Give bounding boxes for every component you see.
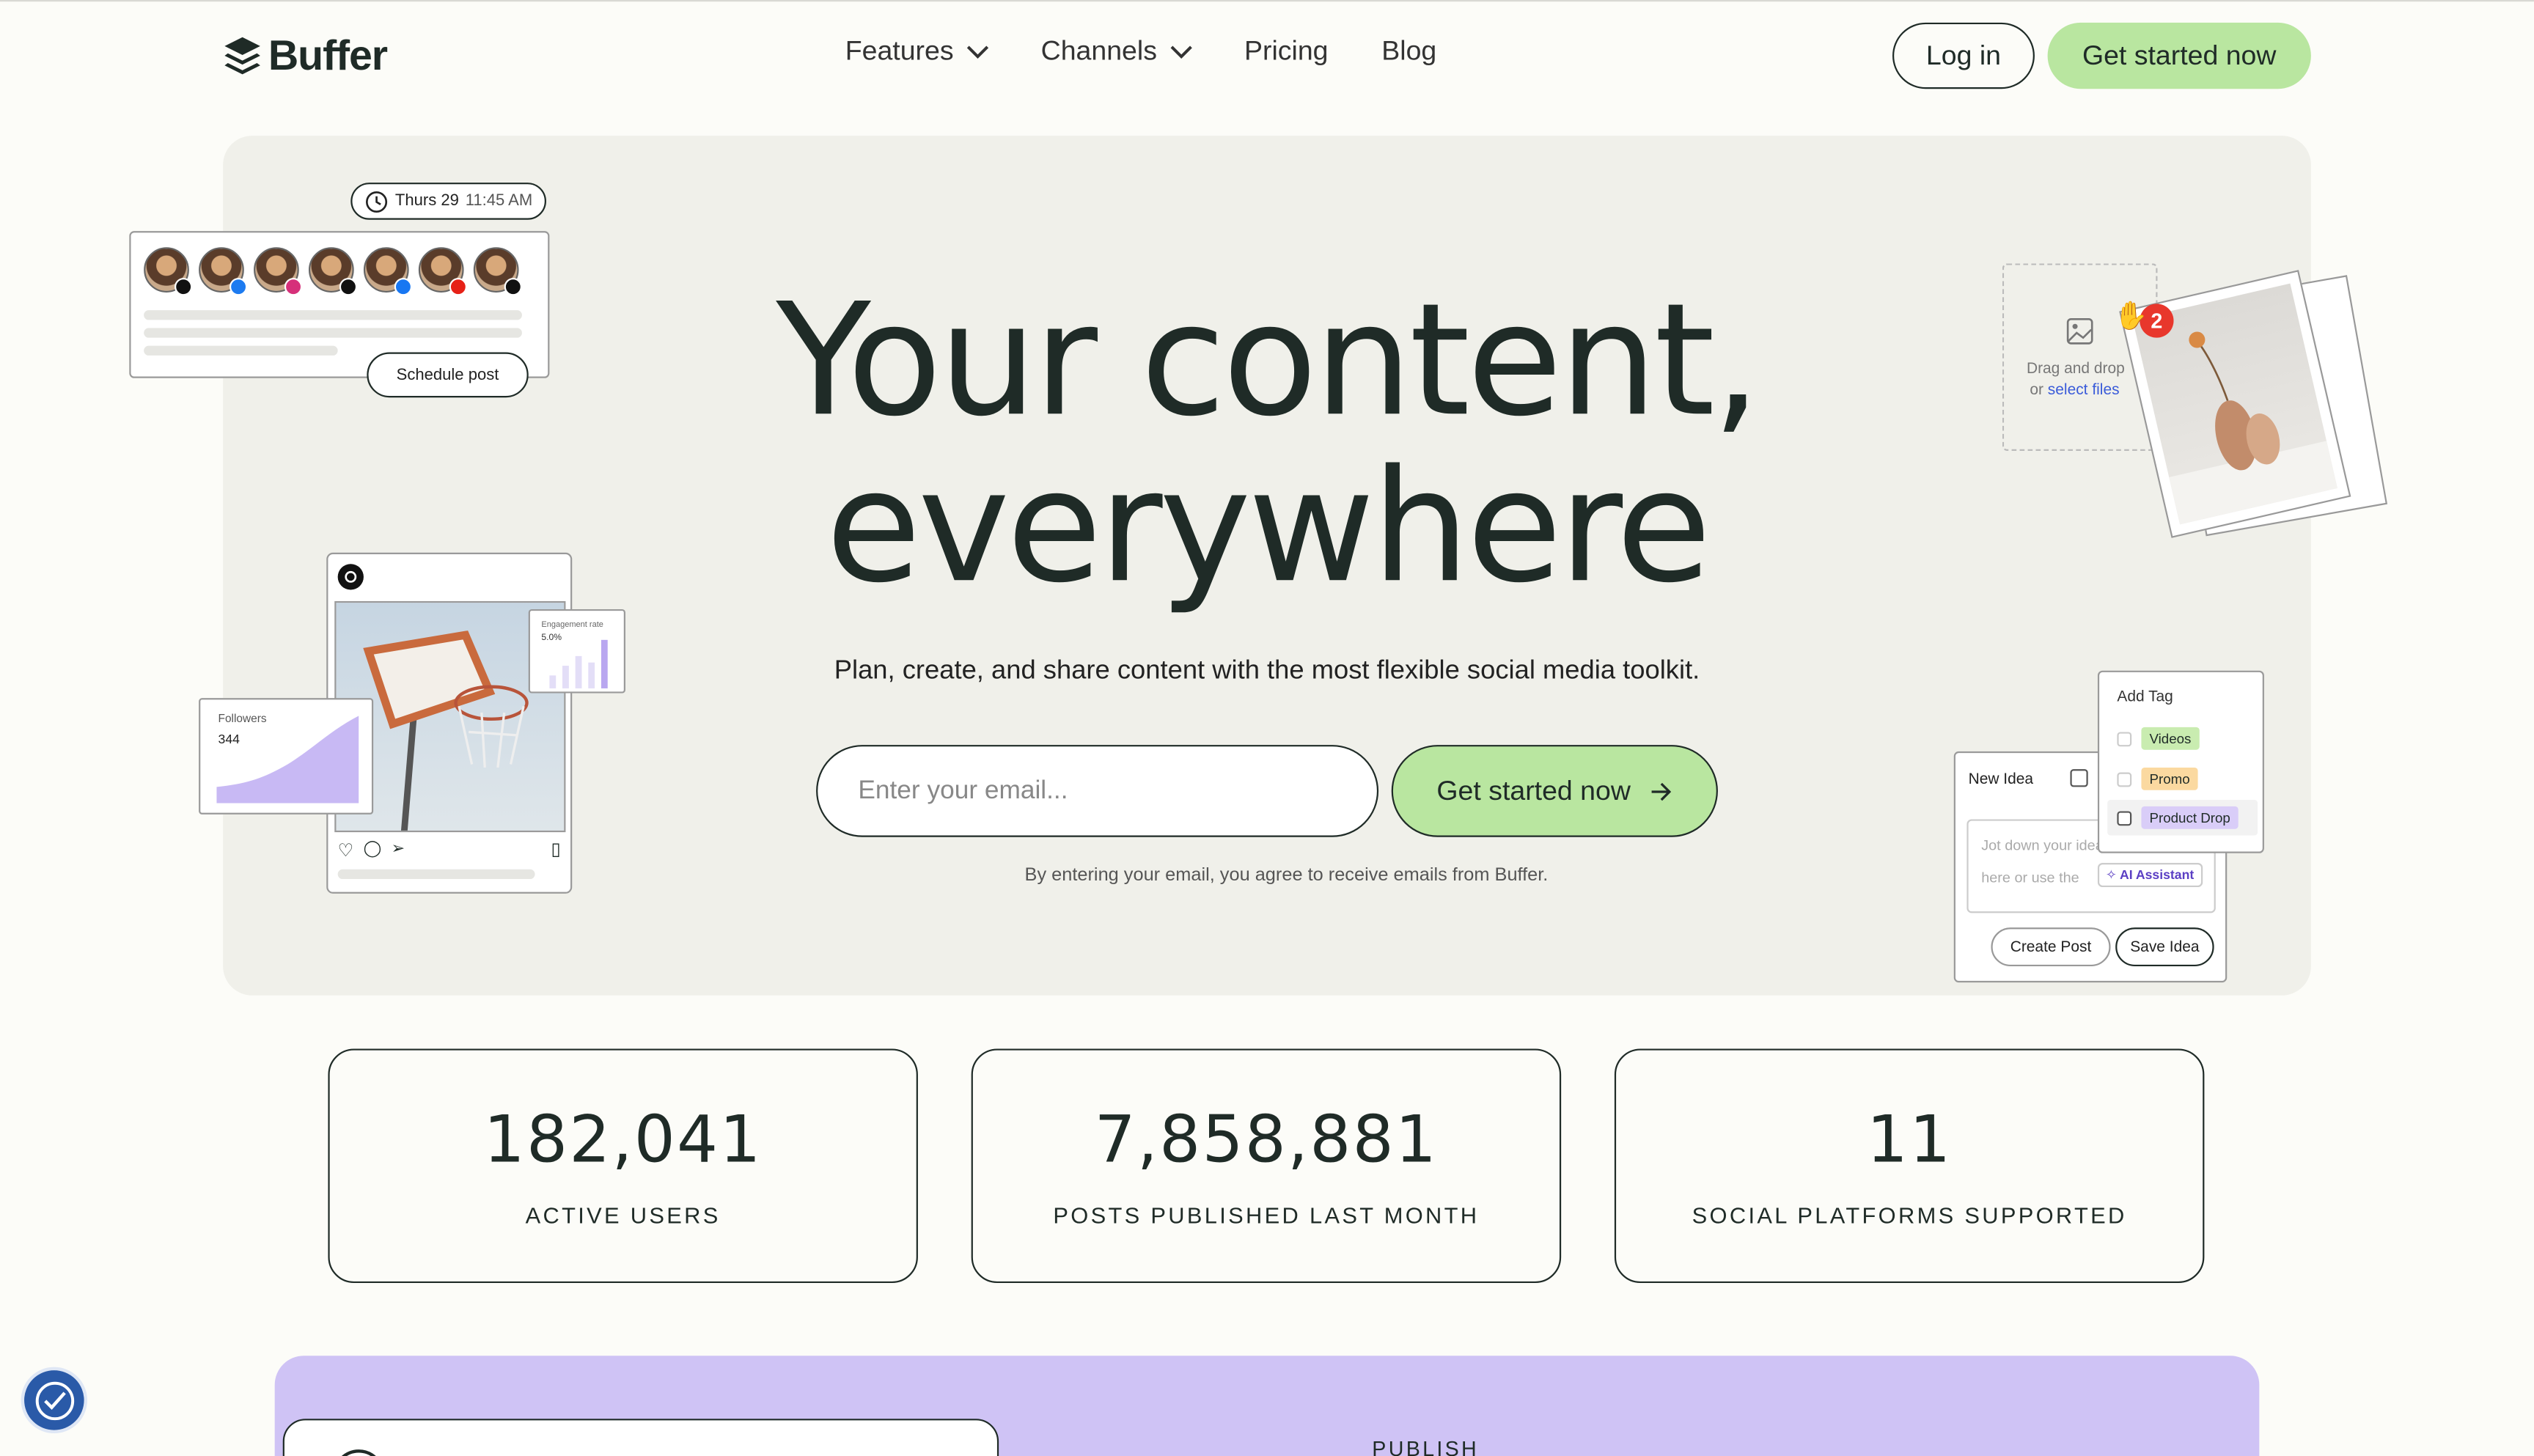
checkbox[interactable] [2117, 731, 2132, 746]
stat-label: POSTS PUBLISHED LAST MONTH [1053, 1202, 1480, 1229]
nav-channels-label: Channels [1040, 35, 1157, 67]
schedule-time: 11:45 AM [465, 192, 533, 210]
email-disclaimer: By entering your email, you agree to rec… [1024, 866, 1549, 886]
followers-card: Followers 344 [199, 698, 374, 815]
tag-row-product-drop[interactable]: Product Drop [2107, 800, 2258, 836]
tag-row-videos[interactable]: Videos [2117, 727, 2200, 750]
schedule-day: Thurs 29 [394, 192, 459, 210]
nav-channels[interactable]: Channels [1041, 35, 1193, 67]
nav-features-label: Features [845, 35, 954, 67]
get-started-nav-button[interactable]: Get started now [2047, 22, 2311, 89]
tag-videos: Videos [2141, 727, 2200, 750]
expand-icon[interactable] [2070, 769, 2088, 787]
get-started-label: Get started now [1436, 774, 1631, 806]
post-actions: ♡ ◯ ➢ [338, 840, 405, 861]
stat-label: SOCIAL PLATFORMS SUPPORTED [1692, 1202, 2127, 1229]
engagement-label: Engagement rate [541, 620, 603, 630]
chevron-down-icon [967, 45, 989, 58]
clock-icon [364, 190, 387, 212]
tag-promo: Promo [2141, 767, 2198, 790]
buffer-logo[interactable]: Buffer [223, 30, 388, 81]
checkbox[interactable] [2117, 810, 2132, 826]
get-started-button[interactable]: Get started now [1391, 745, 1718, 837]
main-nav: Features Channels Pricing Blog [845, 35, 1437, 67]
nav-blog[interactable]: Blog [1381, 35, 1436, 67]
share-icon[interactable]: ➢ [392, 840, 405, 861]
email-input[interactable] [816, 745, 1379, 837]
comment-icon[interactable]: ◯ [364, 840, 382, 861]
stat-posts-published: 7,858,881 POSTS PUBLISHED LAST MONTH [971, 1048, 1562, 1284]
publish-section-label: PUBLISH [1372, 1436, 1480, 1456]
chevron-down-icon [1170, 45, 1192, 58]
tag-row-promo[interactable]: Promo [2117, 767, 2198, 790]
idea-placeholder-1: Jot down your ideas [1981, 837, 2111, 853]
stat-value: 7,858,881 [1094, 1103, 1439, 1178]
heart-icon[interactable]: ♡ [338, 840, 354, 861]
accessibility-button[interactable] [21, 1367, 88, 1434]
nav-pricing[interactable]: Pricing [1244, 35, 1329, 67]
login-button[interactable]: Log in [1892, 22, 2035, 89]
top-border [0, 0, 2534, 2]
publish-preview-card [282, 1419, 999, 1456]
nav-features[interactable]: Features [845, 35, 989, 67]
hero-title-line1: Your content, [776, 270, 1760, 451]
stat-value: 182,041 [483, 1103, 763, 1178]
add-tag-title: Add Tag [2117, 688, 2173, 707]
new-idea-title: New Idea [1968, 771, 2034, 789]
checkbox[interactable] [2117, 771, 2132, 787]
hero-subtitle: Plan, create, and share content with the… [834, 655, 1700, 685]
arrow-right-icon [1651, 782, 1672, 801]
buffer-logo-icon [224, 36, 260, 74]
stat-platforms: 11 SOCIAL PLATFORMS SUPPORTED [1614, 1048, 2205, 1284]
bookmark-icon[interactable]: ▯ [551, 839, 560, 859]
nav-pricing-label: Pricing [1244, 35, 1329, 67]
stat-value: 11 [1866, 1103, 1953, 1178]
add-tag-card: Add Tag Videos Promo Product Drop [2097, 670, 2264, 853]
nav-blog-label: Blog [1381, 35, 1437, 67]
preview-avatar [333, 1449, 385, 1456]
save-idea-button[interactable]: Save Idea [2115, 927, 2214, 967]
stat-label: ACTIVE USERS [525, 1202, 721, 1229]
stat-active-users: 182,041 ACTIVE USERS [328, 1048, 918, 1284]
hero-title-line2: everywhere [826, 436, 1711, 617]
create-post-button[interactable]: Create Post [1991, 927, 2111, 967]
followers-area-chart [216, 716, 359, 804]
logo-text: Buffer [268, 30, 388, 80]
tag-product-drop: Product Drop [2141, 806, 2239, 829]
accessibility-icon [34, 1380, 74, 1420]
schedule-time-pill: Thurs 29 11:45 AM [350, 183, 546, 220]
